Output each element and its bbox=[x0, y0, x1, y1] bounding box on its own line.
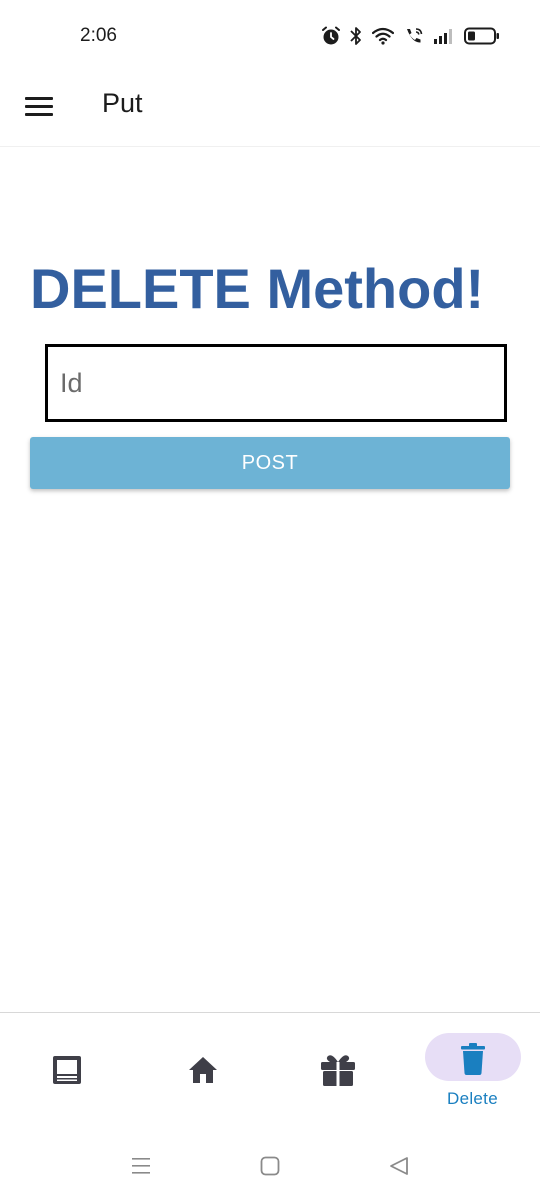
battery-icon bbox=[464, 27, 499, 45]
trash-icon bbox=[460, 1043, 485, 1075]
bluetooth-icon bbox=[350, 27, 361, 45]
gift-icon bbox=[320, 1055, 355, 1086]
menu-icon[interactable] bbox=[24, 92, 54, 122]
tab-label-delete: Delete bbox=[447, 1089, 498, 1108]
method-heading: DELETE Method! bbox=[30, 257, 485, 320]
call-icon bbox=[407, 28, 423, 43]
tab-delete[interactable]: Delete bbox=[405, 1013, 540, 1137]
tab-laptop[interactable] bbox=[0, 1013, 135, 1137]
laptop-icon bbox=[53, 1056, 81, 1084]
post-button[interactable]: POST bbox=[30, 437, 510, 489]
bottom-tab-bar: Delete bbox=[0, 1012, 540, 1137]
status-bar: 2:06 bbox=[0, 0, 540, 72]
status-time: 2:06 bbox=[80, 25, 117, 46]
app-bar: Put bbox=[0, 72, 540, 147]
alarm-icon bbox=[322, 26, 340, 45]
signal-icon bbox=[434, 29, 452, 44]
wifi-icon bbox=[372, 27, 394, 45]
page-title: Put bbox=[102, 88, 143, 118]
tab-gift[interactable] bbox=[270, 1013, 405, 1137]
id-input[interactable] bbox=[45, 344, 507, 422]
system-nav-bar bbox=[0, 1136, 540, 1200]
status-icons bbox=[322, 24, 500, 48]
home-square-icon[interactable] bbox=[260, 1156, 280, 1176]
back-triangle-icon[interactable] bbox=[389, 1156, 409, 1176]
home-icon bbox=[188, 1057, 217, 1083]
tab-home[interactable] bbox=[135, 1013, 270, 1137]
recents-icon[interactable] bbox=[131, 1156, 151, 1176]
